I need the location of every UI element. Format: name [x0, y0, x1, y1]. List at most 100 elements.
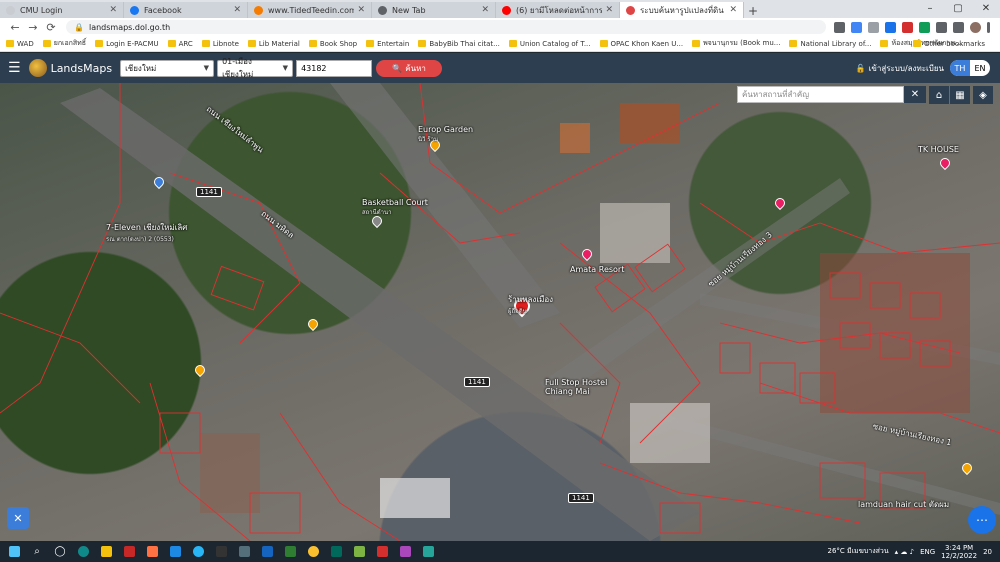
other-bookmarks[interactable]: Other bookmarks — [913, 40, 985, 48]
dol-logo — [28, 59, 47, 77]
map-label: TK HOUSE — [918, 145, 959, 154]
building — [620, 103, 680, 143]
bookmark-item[interactable]: ARC — [167, 40, 193, 48]
close-icon[interactable]: ✕ — [605, 5, 613, 15]
district-select[interactable]: 01-เมืองเชียงใหม่ ▼ — [217, 57, 294, 79]
acrobat-icon[interactable] — [372, 544, 392, 560]
close-icon[interactable]: ✕ — [233, 5, 241, 15]
weather-text[interactable]: 26°C มีเมฆบางส่วน — [828, 546, 889, 557]
app-icon[interactable] — [119, 544, 139, 560]
forward-icon[interactable]: → — [24, 21, 42, 34]
bookmark-item[interactable]: BabyBib Thai citat... — [418, 40, 500, 48]
windows-taskbar: ⌕ ◯ 26°C มีเมฆบางส่วน ▴ ☁ ♪ ENG 3:24 PM 1… — [0, 541, 1000, 562]
puzzle-icon[interactable] — [936, 21, 947, 33]
clock[interactable]: 3:24 PM 12/2/2022 — [941, 544, 977, 560]
map-canvas[interactable]: Europ Garden นิวิ ร้าน Basketball Court สถ… — [0, 83, 1000, 541]
extension-icon[interactable] — [919, 21, 930, 33]
chrome-icon[interactable] — [303, 544, 323, 560]
app-icon[interactable] — [234, 544, 254, 560]
notification-badge[interactable]: 20 — [983, 548, 992, 556]
maximize-icon[interactable]: ▢ — [944, 0, 972, 18]
chevron-down-icon: ▼ — [203, 64, 210, 72]
close-icon[interactable]: ✕ — [357, 5, 365, 15]
tools-icon[interactable]: ✕ — [7, 507, 29, 529]
browser-tab[interactable]: www.TidedTeedin.com นาฬิกาตลาดสด✕ — [248, 2, 372, 18]
task-view-icon[interactable]: ◯ — [50, 544, 70, 560]
browser-tab[interactable]: CMU Login ✕ — [0, 2, 124, 18]
folder-icon — [789, 40, 798, 47]
tray-icons[interactable]: ▴ ☁ ♪ — [895, 548, 914, 556]
menu-icon[interactable] — [987, 21, 990, 33]
parcel-number-input[interactable]: 43182 — [296, 59, 373, 77]
input-language[interactable]: ENG — [920, 548, 935, 556]
file-explorer-icon[interactable] — [96, 544, 116, 560]
bookmark-item[interactable]: พจนานุกรม (Book mu... — [692, 38, 780, 49]
folder-icon — [366, 40, 375, 47]
app-icon[interactable] — [326, 544, 346, 560]
bookmark-item[interactable]: ยกเอกสิทธิ์ — [42, 38, 86, 49]
bookmark-item[interactable]: Entertain — [366, 40, 409, 48]
browser-tab-active[interactable]: ระบบค้นหารูปแปลงที่ดิน (LandsMaps)✕ — [620, 2, 744, 18]
home-icon[interactable]: ⌂ — [929, 86, 949, 104]
mail-icon[interactable] — [165, 544, 185, 560]
close-window-icon[interactable]: ✕ — [972, 0, 1000, 18]
star-icon[interactable] — [885, 21, 896, 33]
tab-favicon — [378, 5, 387, 15]
bookmark-item[interactable]: Lib Material — [247, 40, 300, 48]
new-tab-button[interactable]: + — [744, 4, 762, 18]
url-input[interactable]: 🔒 landsmaps.dol.go.th — [66, 20, 826, 34]
browser-tab[interactable]: New Tab ✕ — [372, 2, 496, 18]
brand-name: LandsMaps — [50, 61, 113, 75]
search-icon[interactable]: ⌕ — [27, 544, 47, 560]
bookmark-item[interactable]: OPAC Khon Kaen U... — [599, 40, 683, 48]
app-icon[interactable] — [211, 544, 231, 560]
word-icon[interactable] — [257, 544, 277, 560]
google-icon[interactable] — [851, 21, 862, 33]
folder-icon — [913, 40, 922, 47]
close-icon[interactable]: ✕ — [729, 5, 737, 15]
tab-title: (6) ยามีโหลดต่อหน้าการเงิน โจ้งต่อง — [516, 5, 603, 15]
app-icon[interactable] — [418, 544, 438, 560]
province-select[interactable]: เชียงใหม่ ▼ — [120, 59, 215, 77]
avatar[interactable] — [970, 21, 981, 33]
road — [540, 178, 850, 401]
tab-title: CMU Login — [20, 5, 63, 15]
bookmark-item[interactable]: Union Catalog of T... — [508, 40, 591, 48]
location-icon[interactable] — [834, 21, 845, 33]
layers-icon[interactable]: ◈ — [973, 86, 993, 104]
search-icon: 🔍 — [392, 63, 403, 73]
extension-icon[interactable] — [902, 21, 913, 33]
close-icon[interactable]: ✕ — [109, 5, 117, 15]
search-button[interactable]: 🔍 ค้นหา — [376, 59, 443, 77]
hamburger-menu-icon[interactable]: ☰ — [8, 60, 21, 76]
tab-favicon — [254, 5, 263, 15]
app-icon[interactable] — [349, 544, 369, 560]
share-icon[interactable] — [868, 21, 879, 33]
bookmark-item[interactable]: WAD — [6, 40, 34, 48]
browser-tab[interactable]: Facebook ✕ — [124, 2, 248, 18]
lang-th-button[interactable]: TH — [950, 60, 970, 76]
edge-icon[interactable] — [73, 544, 93, 560]
reload-icon[interactable]: ⟳ — [42, 21, 60, 34]
bookmark-item[interactable]: National Library of... — [789, 40, 871, 48]
ie-icon[interactable] — [188, 544, 208, 560]
landmark-search-input[interactable]: ค้นหาสถานที่สำคัญ — [737, 86, 904, 103]
minimize-icon[interactable]: – — [916, 0, 944, 18]
close-icon[interactable]: ✕ — [481, 5, 489, 15]
back-icon[interactable]: ← — [6, 21, 24, 34]
close-icon[interactable]: ✕ — [904, 86, 926, 103]
store-icon[interactable] — [142, 544, 162, 560]
grid-icon[interactable]: ▦ — [950, 86, 970, 104]
browser-tab[interactable]: (6) ยามีโหลดต่อหน้าการเงิน โจ้งต่อง✕ — [496, 2, 620, 18]
bookmark-item[interactable]: Login E-PACMU — [95, 40, 159, 48]
chevron-down-icon: ▼ — [282, 64, 289, 72]
sidepanel-icon[interactable] — [953, 21, 964, 33]
app-icon[interactable] — [395, 544, 415, 560]
windows-start-icon[interactable] — [4, 544, 24, 560]
lang-en-button[interactable]: EN — [970, 60, 990, 76]
login-link[interactable]: 🔓 เข้าสู่ระบบ/ลงทะเบียน — [856, 62, 944, 75]
bookmark-item[interactable]: Book Shop — [308, 40, 357, 48]
more-options-icon[interactable]: ⋯ — [968, 506, 996, 534]
excel-icon[interactable] — [280, 544, 300, 560]
bookmark-item[interactable]: Libnote — [201, 40, 239, 48]
